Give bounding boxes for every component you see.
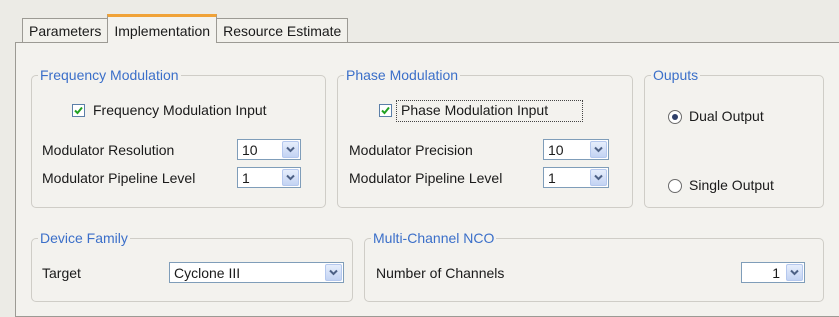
modulator-precision-label: Modulator Precision: [349, 142, 473, 158]
number-of-channels-select[interactable]: 1: [741, 262, 805, 283]
dual-output-label[interactable]: Dual Output: [689, 108, 764, 124]
phase-pipeline-level-value: 1: [548, 170, 556, 186]
phase-modulation-checkbox[interactable]: [379, 104, 392, 117]
outputs-group: Ouputs Dual Output Single Output: [644, 67, 824, 208]
device-family-group: Device Family Target Cyclone III: [31, 230, 353, 302]
modulator-resolution-value: 10: [242, 142, 258, 158]
tab-parameters[interactable]: Parameters: [22, 18, 109, 43]
radio-selected-dot: [672, 114, 678, 120]
tab-resource-estimate[interactable]: Resource Estimate: [216, 18, 349, 43]
chevron-down-icon[interactable]: [786, 264, 803, 281]
chevron-down-icon[interactable]: [590, 169, 607, 186]
chevron-down-icon[interactable]: [590, 141, 607, 158]
phase-modulation-group: Phase Modulation Phase Modulation Input …: [337, 67, 633, 208]
chevron-down-icon[interactable]: [282, 169, 299, 186]
chevron-down-icon[interactable]: [282, 141, 299, 158]
frequency-modulation-input-label[interactable]: Frequency Modulation Input: [93, 102, 267, 118]
target-label: Target: [42, 265, 81, 281]
single-output-label[interactable]: Single Output: [689, 177, 774, 193]
phase-modulation-input-label[interactable]: Phase Modulation Input: [401, 102, 548, 118]
number-of-channels-value: 1: [772, 265, 780, 281]
phase-pipeline-level-select[interactable]: 1: [543, 167, 609, 188]
modulator-pipeline-level-label: Modulator Pipeline Level: [42, 170, 196, 186]
outputs-title: Ouputs: [651, 67, 701, 84]
frequency-modulation-group: Frequency Modulation Frequency Modulatio…: [31, 67, 326, 208]
number-of-channels-label: Number of Channels: [376, 265, 505, 281]
target-device-select[interactable]: Cyclone III: [169, 262, 344, 283]
modulator-precision-value: 10: [548, 142, 564, 158]
tab-implementation[interactable]: Implementation: [107, 14, 218, 43]
frequency-modulation-checkbox[interactable]: [72, 104, 85, 117]
device-family-title: Device Family: [38, 230, 130, 247]
checkmark-icon: [381, 106, 390, 115]
modulator-precision-select[interactable]: 10: [543, 139, 609, 160]
phase-modulation-title: Phase Modulation: [344, 67, 461, 84]
dual-output-radio[interactable]: [668, 110, 682, 124]
single-output-radio[interactable]: [668, 179, 682, 193]
modulator-resolution-select[interactable]: 10: [237, 139, 301, 160]
multi-channel-nco-title: Multi-Channel NCO: [371, 230, 497, 247]
multi-channel-nco-group: Multi-Channel NCO Number of Channels 1: [364, 230, 824, 302]
implementation-panel: Frequency Modulation Frequency Modulatio…: [15, 42, 839, 317]
frequency-modulation-title: Frequency Modulation: [38, 67, 181, 84]
tab-bar: Parameters Implementation Resource Estim…: [22, 14, 349, 43]
modulator-resolution-label: Modulator Resolution: [42, 142, 175, 158]
checkmark-icon: [74, 106, 83, 115]
phase-pipeline-level-label: Modulator Pipeline Level: [349, 170, 503, 186]
modulator-pipeline-level-value: 1: [242, 170, 250, 186]
target-device-value: Cyclone III: [174, 265, 241, 281]
chevron-down-icon[interactable]: [325, 264, 342, 281]
modulator-pipeline-level-select[interactable]: 1: [237, 167, 301, 188]
